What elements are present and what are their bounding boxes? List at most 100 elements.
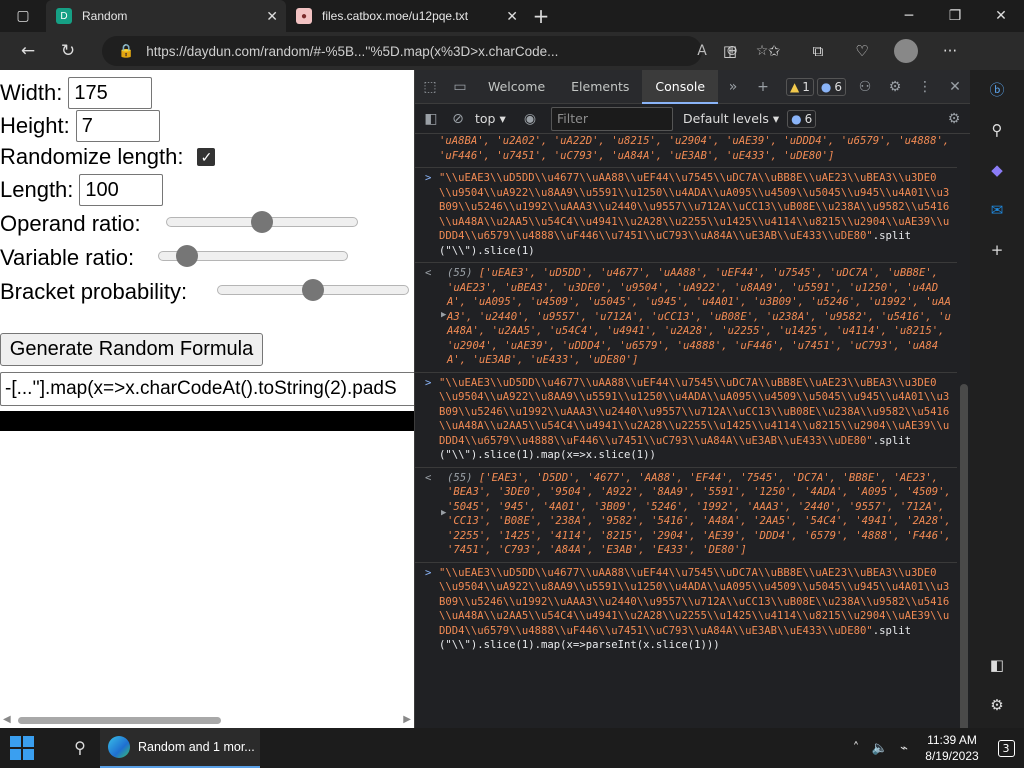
console-entry: > "\\uEAE3\\uD5DD\\u4677\\uAA88\\uEF44\\…	[415, 168, 957, 263]
height-input[interactable]	[75, 110, 160, 142]
windows-start-icon[interactable]	[10, 736, 34, 760]
levels-issues-badge[interactable]: ● 6	[787, 109, 817, 128]
console-prompt[interactable]: > "\\uEAE3\\uD5DD\\u4677\\uAA88\\uEF44\\…	[415, 563, 957, 657]
clear-console-icon[interactable]: ⊘	[447, 111, 469, 127]
operand-label: Operand ratio:	[0, 211, 141, 236]
network-icon[interactable]: ⌁	[892, 741, 916, 756]
taskbar-edge-button[interactable]: Random and 1 mor...	[100, 728, 260, 768]
minimize-icon[interactable]: ─	[886, 0, 932, 32]
more-tabs-icon[interactable]: »	[718, 79, 748, 95]
customize-icon[interactable]: ⚇	[850, 79, 880, 95]
device-toolbar-icon[interactable]: ▭	[445, 79, 475, 95]
log-levels-dropdown[interactable]: Default levels ▾	[683, 111, 779, 126]
tab-actions-icon[interactable]: ▢	[0, 0, 46, 32]
tab-elements[interactable]: Elements	[558, 70, 642, 104]
warning-icon: ▲	[790, 79, 800, 94]
operand-row: Operand ratio:	[0, 211, 141, 237]
live-expression-icon[interactable]: ◉	[519, 111, 541, 127]
show-hidden-icons-icon[interactable]: ˄	[844, 741, 868, 756]
scroll-left-icon[interactable]: ◀	[3, 714, 11, 725]
daydun-icon: D	[56, 8, 72, 24]
refresh-icon[interactable]: ↻	[48, 32, 88, 70]
console-entry: > "\\uEAE3\\uD5DD\\u4677\\uAA88\\uEF44\\…	[415, 373, 957, 468]
scroll-right-icon[interactable]: ▶	[403, 714, 411, 725]
operand-slider-thumb[interactable]	[251, 211, 273, 233]
split-screen-icon[interactable]: ◫	[708, 42, 752, 60]
system-tray: ˄ 🔈 ⌁ 11:39 AM 8/19/2023 3	[844, 728, 1024, 768]
variable-label: Variable ratio:	[0, 245, 135, 270]
add-tab-icon[interactable]: +	[748, 79, 778, 95]
close-tab-icon[interactable]: ✕	[506, 8, 518, 25]
formula-canvas	[0, 411, 414, 431]
devtools-panel: ⬚ ▭ Welcome Elements Console » + ▲ 1 ● 6 ⚇…	[414, 70, 970, 728]
new-tab-button[interactable]: +	[526, 0, 556, 32]
sidebar-toggle-console-icon[interactable]: ◧	[415, 111, 447, 127]
collections-icon[interactable]: ⧉	[796, 42, 840, 60]
tab-random[interactable]: D Random ✕	[46, 0, 286, 32]
warning-badge[interactable]: ▲ 1	[786, 77, 814, 96]
console-filter-input[interactable]: Filter	[551, 106, 673, 131]
devtools-settings-icon[interactable]: ⚙	[880, 79, 910, 95]
console-scrollbar[interactable]	[957, 134, 970, 728]
horizontal-scrollbar[interactable]: ◀ ▶	[0, 712, 414, 728]
volume-icon[interactable]: 🔈	[868, 741, 892, 756]
inspect-icon[interactable]: ⬚	[415, 79, 445, 95]
add-sidebar-icon[interactable]: +	[970, 230, 1024, 270]
url-text[interactable]: https://daydun.com/random/#-%5B...''%5D.…	[146, 44, 566, 59]
outlook-icon[interactable]: ✉	[970, 190, 1024, 230]
info-badge[interactable]: ● 6	[816, 77, 847, 96]
profile-avatar[interactable]	[894, 39, 918, 63]
context-selector[interactable]: top ▾	[475, 111, 519, 126]
sidebar-settings-icon[interactable]: ⚙	[970, 685, 1024, 725]
operand-slider[interactable]	[166, 211, 358, 233]
close-tab-icon[interactable]: ✕	[266, 8, 278, 25]
tab-title: files.catbox.moe/u12pqe.txt	[322, 9, 469, 23]
expand-triangle-icon[interactable]: ▶	[441, 506, 446, 521]
input-chevron-icon: >	[425, 172, 432, 184]
devtools-menu-icon[interactable]: ⋮	[910, 79, 940, 95]
width-row: Width:	[0, 77, 153, 109]
copilot-icon[interactable]: ◆	[970, 150, 1024, 190]
console-filter-bar: ◧ ⊘ top ▾ ◉ Filter Default levels ▾ ● 6 ⚙	[415, 104, 970, 134]
title-bar: ▢ D Random ✕ ● files.catbox.moe/u12pqe.t…	[0, 0, 1024, 32]
generate-formula-button[interactable]: Generate Random Formula	[0, 333, 263, 366]
variable-slider[interactable]	[158, 245, 348, 267]
tab-console[interactable]: Console	[642, 70, 719, 104]
console-scrollbar-thumb[interactable]	[960, 384, 968, 728]
width-label: Width:	[0, 80, 63, 105]
console-output[interactable]: 'uA8BA', 'u2A02', 'uA22D', 'u8215', 'u29…	[415, 134, 957, 728]
lock-icon[interactable]: 🔒	[118, 44, 134, 59]
taskbar-search-icon[interactable]: ⚲	[60, 728, 100, 768]
bing-icon[interactable]: ⓑ	[970, 70, 1024, 110]
clock[interactable]: 11:39 AM 8/19/2023	[916, 732, 988, 764]
back-icon[interactable]: ←	[8, 32, 48, 70]
address-bar[interactable]: 🔒 https://daydun.com/random/#-%5B...''%5…	[102, 36, 768, 66]
notification-icon[interactable]: 3	[988, 735, 1024, 761]
devtools-close-icon[interactable]: ✕	[940, 79, 970, 95]
bracket-slider-thumb[interactable]	[302, 279, 324, 301]
sidebar-toggle-icon[interactable]: ◧	[970, 645, 1024, 685]
formula-output[interactable]: -[...''].map(x=>x.charCodeAt().toString(…	[0, 372, 414, 406]
bracket-slider[interactable]	[217, 279, 409, 301]
length-input[interactable]	[79, 174, 164, 206]
tab-catbox[interactable]: ● files.catbox.moe/u12pqe.txt ✕	[286, 0, 526, 32]
restore-icon[interactable]: ❐	[932, 0, 978, 32]
favorites-icon[interactable]: ✩	[752, 42, 796, 60]
webpage: Width: Height: Randomize length: ✓ Lengt…	[0, 70, 414, 728]
bracket-label: Bracket probability:	[0, 279, 188, 304]
length-label: Length:	[0, 177, 74, 202]
expand-triangle-icon[interactable]: ▶	[441, 308, 446, 323]
width-input[interactable]	[68, 77, 153, 109]
more-icon[interactable]: ···	[928, 42, 972, 60]
performance-icon[interactable]: ♡	[840, 42, 884, 60]
console-entry: < ▶ (55) ['EAE3', 'D5DD', '4677', 'AA88'…	[415, 468, 957, 563]
scrollbar-thumb[interactable]	[18, 717, 221, 724]
close-window-icon[interactable]: ✕	[978, 0, 1024, 32]
console-settings-icon[interactable]: ⚙	[938, 111, 970, 127]
randomize-checkbox[interactable]: ✓	[197, 148, 216, 166]
variable-slider-thumb[interactable]	[175, 245, 198, 267]
bracket-row: Bracket probability:	[0, 279, 187, 305]
search-icon[interactable]: ⚲	[970, 110, 1024, 150]
variable-row: Variable ratio:	[0, 245, 134, 271]
tab-welcome[interactable]: Welcome	[475, 70, 558, 104]
